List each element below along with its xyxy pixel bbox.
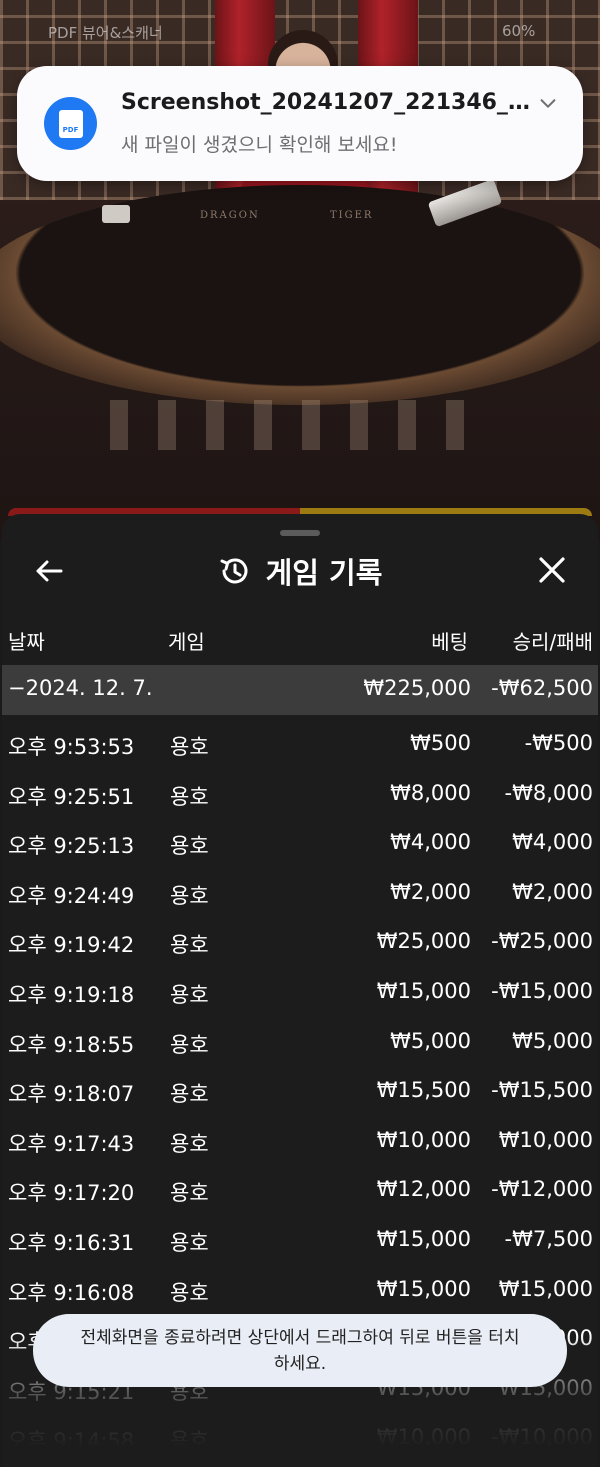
history-row[interactable]: 오후 9:18:07 용호 ₩15,500 -₩15,500 (2, 1066, 598, 1116)
row-result: -₩15,500 (491, 1078, 593, 1103)
row-bet: ₩5,000 (390, 1028, 471, 1053)
history-row[interactable]: 오후 9:17:43 용호 ₩10,000 ₩10,000 (2, 1116, 598, 1166)
row-bet: ₩10,000 (376, 1127, 471, 1152)
row-game: 용호 (170, 784, 209, 809)
summary-date: −2024. 12. 7. (8, 676, 153, 700)
row-bet: ₩25,000 (376, 929, 471, 954)
close-icon[interactable] (534, 552, 570, 588)
row-result: -₩25,000 (491, 929, 593, 954)
toast-text: 전체화면을 종료하려면 상단에서 드래그하여 뒤로 버튼을 터치하세요. (80, 1327, 520, 1374)
row-game: 용호 (170, 1032, 209, 1057)
row-time: 오후 9:16:31 (8, 1230, 135, 1255)
table-label-tiger: TIGER (330, 210, 374, 221)
row-bet: ₩2,000 (390, 879, 471, 904)
column-bet: 베팅 (431, 630, 468, 654)
column-result: 승리/패배 (512, 630, 593, 654)
row-bet: ₩15,000 (376, 978, 471, 1003)
status-bar-battery: 60% (502, 22, 536, 40)
history-row[interactable]: 오후 9:17:20 용호 ₩12,000 -₩12,000 (2, 1165, 598, 1215)
row-time: 오후 9:19:42 (8, 933, 135, 958)
row-bet: ₩15,000 (376, 1276, 471, 1301)
history-row[interactable]: 오후 9:19:42 용호 ₩25,000 -₩25,000 (2, 917, 598, 967)
row-time: 오후 9:18:55 (8, 1032, 135, 1057)
row-time: 오후 9:53:53 (8, 735, 135, 759)
row-result: ₩10,000 (498, 1127, 593, 1152)
row-result: -₩8,000 (504, 780, 593, 805)
fullscreen-toast: 전체화면을 종료하려면 상단에서 드래그하여 뒤로 버튼을 터치하세요. (33, 1314, 567, 1387)
row-result: -₩500 (524, 731, 593, 755)
history-row[interactable]: 오후 9:25:13 용호 ₩4,000 ₩4,000 (2, 818, 598, 868)
row-game: 용호 (170, 1131, 209, 1156)
row-time: 오후 9:25:13 (8, 834, 135, 859)
floor-reflection (110, 400, 490, 450)
row-game: 용호 (170, 735, 209, 759)
table-label-dragon: DRAGON (200, 210, 260, 221)
sheet-header: 게임 기록 (2, 550, 598, 592)
chevron-down-icon[interactable] (537, 92, 559, 114)
column-date: 날짜 (8, 630, 45, 654)
row-bet: ₩8,000 (390, 780, 471, 805)
notification-title: Screenshot_20241207_221346_C... (121, 90, 541, 115)
row-bet: ₩15,000 (376, 1226, 471, 1251)
row-game: 용호 (170, 1230, 209, 1255)
row-game: 용호 (170, 1280, 209, 1305)
sheet-title: 게임 기록 (265, 556, 383, 590)
row-time: 오후 9:24:49 (8, 883, 135, 908)
history-row[interactable]: 오후 9:25:51 용호 ₩8,000 -₩8,000 (2, 769, 598, 819)
row-bet: ₩500 (410, 731, 471, 755)
row-time: 오후 9:16:08 (8, 1280, 135, 1305)
row-game: 용호 (170, 1181, 209, 1206)
summary-bet: ₩225,000 (363, 676, 471, 700)
row-time: 오후 9:19:18 (8, 982, 135, 1007)
row-game: 용호 (170, 883, 209, 908)
row-time: 오후 9:17:43 (8, 1131, 135, 1156)
history-row[interactable]: 오후 9:19:18 용호 ₩15,000 -₩15,000 (2, 967, 598, 1017)
column-game: 게임 (168, 630, 205, 654)
history-row[interactable]: 오후 9:24:49 용호 ₩2,000 ₩2,000 (2, 868, 598, 918)
row-time: 오후 9:17:20 (8, 1181, 135, 1206)
game-table (0, 185, 600, 405)
row-result: ₩15,000 (498, 1276, 593, 1301)
row-time: 오후 9:25:51 (8, 784, 135, 809)
row-game: 용호 (170, 1082, 209, 1107)
history-row[interactable]: 오후 9:16:31 용호 ₩15,000 -₩7,500 (2, 1215, 598, 1265)
row-game: 용호 (170, 933, 209, 958)
history-row[interactable]: 오후 9:18:55 용호 ₩5,000 ₩5,000 (2, 1017, 598, 1067)
row-result: ₩2,000 (512, 879, 593, 904)
row-bet: ₩12,000 (376, 1177, 471, 1202)
row-result: -₩15,000 (491, 978, 593, 1003)
status-bar-app-name: PDF 뷰어&스캐너 (48, 24, 163, 42)
column-headers: 날짜 게임 베팅 승리/패배 (2, 622, 598, 662)
notification-body: 새 파일이 생겼으니 확인해 보세요! (121, 134, 398, 156)
row-result: -₩7,500 (504, 1226, 593, 1251)
row-result: ₩4,000 (512, 830, 593, 855)
row-game: 용호 (170, 982, 209, 1007)
card-tray (102, 205, 130, 223)
drag-handle[interactable] (280, 530, 320, 536)
row-bet: ₩4,000 (390, 830, 471, 855)
row-result: ₩5,000 (512, 1028, 593, 1053)
day-summary-row[interactable]: −2024. 12. 7. ₩225,000 -₩62,500 (2, 665, 598, 715)
file-notification[interactable]: PDF Screenshot_20241207_221346_C... 새 파일… (17, 66, 583, 181)
row-game: 용호 (170, 834, 209, 859)
summary-result: -₩62,500 (491, 676, 593, 700)
history-row[interactable]: 오후 9:53:53 용호 ₩500 -₩500 (2, 719, 598, 769)
row-bet: ₩15,500 (376, 1078, 471, 1103)
history-row[interactable]: 오후 9:16:08 용호 ₩15,000 ₩15,000 (2, 1265, 598, 1315)
row-time: 오후 9:18:07 (8, 1082, 135, 1107)
history-icon (220, 558, 248, 584)
pdf-file-icon: PDF (44, 97, 97, 150)
row-result: -₩12,000 (491, 1177, 593, 1202)
